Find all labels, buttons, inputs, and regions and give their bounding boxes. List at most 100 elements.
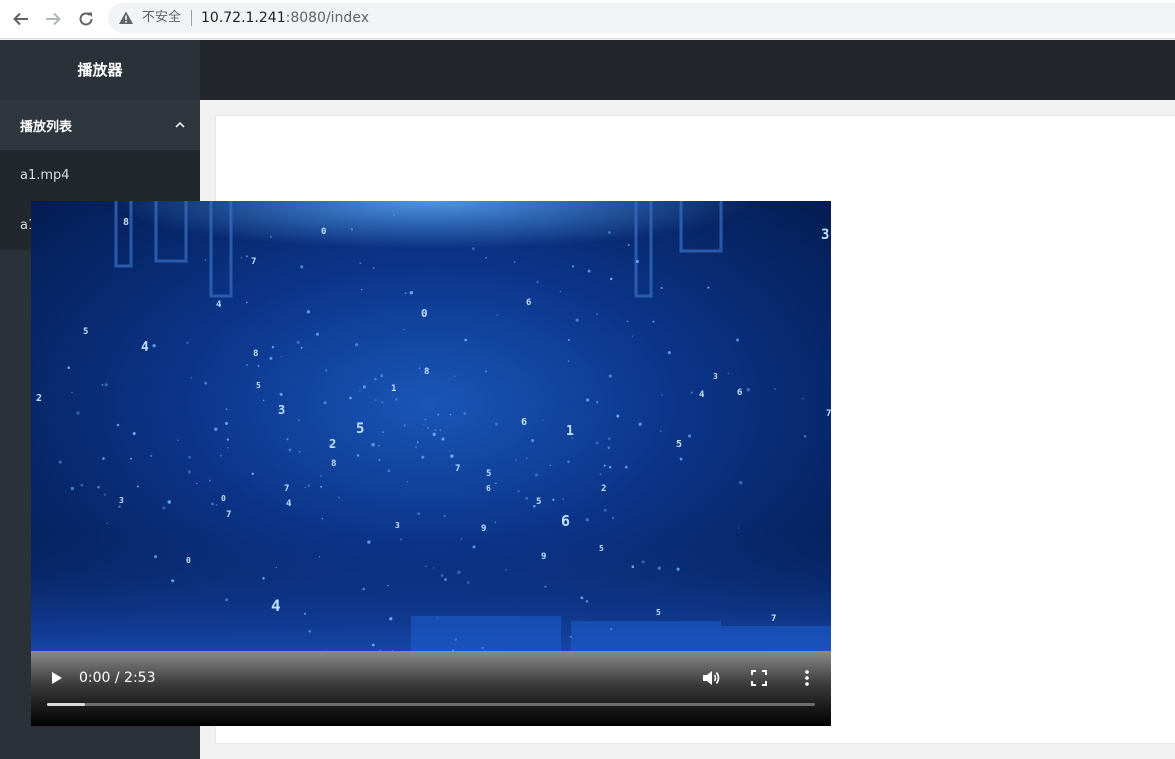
particle-dot bbox=[610, 627, 613, 631]
particle-dot bbox=[667, 351, 671, 355]
particle-dot bbox=[362, 587, 366, 591]
video-controls: 0:00 / 2:53 bbox=[31, 651, 831, 726]
reload-button[interactable] bbox=[74, 7, 98, 31]
digit-particle: 2 bbox=[601, 484, 606, 494]
particle-dot bbox=[102, 457, 105, 460]
particle-dot bbox=[80, 483, 84, 487]
forward-button[interactable] bbox=[41, 7, 65, 31]
particle-dot bbox=[427, 426, 429, 429]
particle-dot bbox=[559, 290, 561, 293]
particle-dot bbox=[319, 474, 323, 477]
particle-dot bbox=[626, 320, 629, 323]
particle-dot bbox=[318, 556, 321, 558]
particle-dot bbox=[104, 383, 108, 387]
particle-dot bbox=[439, 429, 442, 432]
particle-dot bbox=[409, 290, 414, 295]
particle-dot bbox=[496, 314, 498, 316]
particle-dot bbox=[296, 340, 300, 344]
digit-particle: 3 bbox=[713, 372, 718, 381]
particle-dot bbox=[635, 259, 639, 264]
particle-dot bbox=[607, 446, 611, 449]
particle-dot bbox=[454, 638, 457, 641]
warning-icon bbox=[119, 11, 133, 24]
video-player[interactable]: 8037460548523561528775307456930416246759… bbox=[31, 201, 831, 726]
particle-dot bbox=[275, 566, 278, 569]
digit-particle: 7 bbox=[455, 464, 460, 474]
particle-dot bbox=[707, 286, 710, 289]
particle-dot bbox=[350, 228, 353, 231]
particle-dot bbox=[609, 277, 613, 281]
particle-dot bbox=[67, 366, 71, 370]
particle-dot bbox=[596, 313, 599, 315]
particle-dot bbox=[567, 338, 570, 342]
particle-dot bbox=[306, 310, 311, 314]
particle-dot bbox=[603, 464, 606, 467]
digit-particle: 4 bbox=[216, 300, 222, 310]
particle-dot bbox=[679, 457, 683, 461]
particle-dot bbox=[225, 408, 228, 410]
particle-dot bbox=[162, 506, 166, 510]
particle-dot bbox=[246, 364, 248, 366]
particle-dot bbox=[130, 457, 133, 460]
particle-dot bbox=[190, 377, 193, 379]
particle-dot bbox=[571, 437, 574, 439]
particle-dot bbox=[378, 458, 381, 462]
fullscreen-icon[interactable] bbox=[750, 669, 768, 687]
particle-dot bbox=[533, 504, 536, 508]
particle-dot bbox=[494, 482, 497, 485]
volume-icon[interactable] bbox=[701, 668, 721, 688]
digit-particle: 9 bbox=[481, 524, 486, 534]
digit-particle: 3 bbox=[395, 521, 400, 530]
particle-dot bbox=[421, 455, 425, 459]
particle-dot bbox=[472, 545, 476, 549]
more-options-icon[interactable] bbox=[799, 668, 815, 688]
digit-particle: 2 bbox=[36, 393, 42, 404]
particle-dot bbox=[607, 230, 611, 235]
digit-particle: 6 bbox=[486, 484, 491, 493]
particle-dot bbox=[328, 444, 332, 447]
particle-dot bbox=[245, 301, 248, 304]
particle-dot bbox=[187, 470, 191, 474]
particle-dot bbox=[466, 581, 470, 584]
digit-particle: 1 bbox=[566, 424, 574, 439]
seek-bar[interactable] bbox=[47, 703, 815, 706]
particle-dot bbox=[171, 579, 175, 583]
particle-dot bbox=[627, 243, 630, 247]
back-button[interactable] bbox=[9, 7, 33, 31]
particle-dot bbox=[403, 328, 405, 331]
security-status[interactable]: 不安全 bbox=[142, 9, 181, 27]
chevron-up-icon bbox=[175, 121, 185, 128]
particle-dot bbox=[387, 469, 391, 473]
particle-dot bbox=[298, 450, 301, 453]
particle-dot bbox=[608, 374, 612, 378]
play-icon[interactable] bbox=[48, 670, 64, 686]
digit-particle: 6 bbox=[526, 298, 531, 308]
particle-dot bbox=[262, 399, 265, 402]
particle-dot bbox=[210, 502, 214, 506]
particle-dot bbox=[616, 414, 620, 418]
digit-particle: 8 bbox=[331, 459, 336, 469]
particle-dot bbox=[393, 214, 395, 216]
playlist-menu-toggle[interactable]: 播放列表 bbox=[0, 100, 200, 150]
particle-dot bbox=[381, 401, 384, 404]
particle-dot bbox=[359, 262, 361, 264]
particle-dot bbox=[316, 332, 319, 336]
particle-dot bbox=[400, 538, 403, 541]
particle-dot bbox=[416, 441, 419, 444]
digit-particle: 6 bbox=[561, 512, 570, 530]
particle-dot bbox=[688, 434, 692, 438]
particle-dot bbox=[152, 344, 156, 348]
particle-dot bbox=[585, 398, 590, 402]
address-bar[interactable]: 不安全 10.72.1.241:8080/index bbox=[108, 3, 1175, 33]
particle-dot bbox=[373, 377, 377, 381]
digit-particle: 5 bbox=[356, 421, 364, 437]
particle-dot bbox=[575, 318, 579, 322]
particle-dot bbox=[177, 439, 179, 441]
url-text[interactable]: 10.72.1.241:8080/index bbox=[201, 9, 369, 27]
particle-dot bbox=[631, 335, 633, 337]
playlist-item[interactable]: a1.mp4 bbox=[0, 150, 200, 200]
particle-dot bbox=[380, 374, 384, 377]
digit-particle: 5 bbox=[599, 544, 604, 553]
particle-dot bbox=[454, 375, 456, 377]
particle-dot bbox=[504, 568, 507, 571]
